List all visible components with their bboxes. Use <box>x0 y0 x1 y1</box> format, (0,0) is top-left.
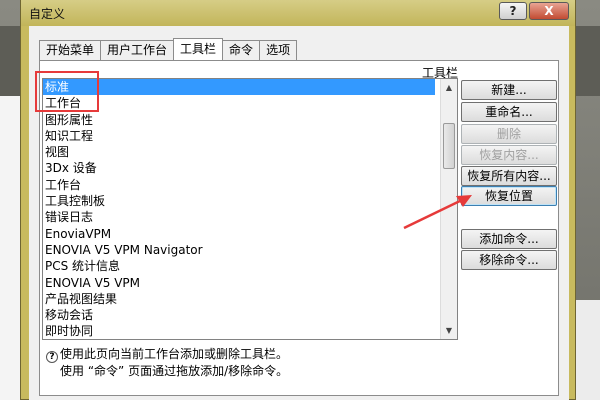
list-item[interactable]: 工具控制板 <box>43 193 435 209</box>
info-line-2: 使用 “命令” 页面通过拖放添加/移除命令。 <box>60 364 289 378</box>
list-item[interactable]: 知识工程 <box>43 128 435 144</box>
title-bar[interactable]: 自定义 ? X <box>21 0 575 26</box>
remove-command-button[interactable]: 移除命令... <box>461 250 557 270</box>
list-item[interactable]: 工作台 <box>43 95 435 111</box>
new-toolbar-button[interactable]: 新建... <box>461 80 557 100</box>
list-item[interactable]: ENOVIA V5 VPM <box>43 275 435 291</box>
add-command-button[interactable]: 添加命令... <box>461 229 557 249</box>
tab-toolbars[interactable]: 工具栏 <box>173 38 224 60</box>
listbox-scrollbar[interactable]: ▲ ▼ <box>440 79 457 339</box>
list-item[interactable]: ENOVIA V5 VPM Navigator <box>43 242 435 258</box>
delete-toolbar-button[interactable]: 删除 <box>461 124 557 144</box>
list-item[interactable]: 工作台 <box>43 177 435 193</box>
window-title: 自定义 <box>29 7 66 21</box>
list-item[interactable]: 移动会话 <box>43 307 435 323</box>
tab-options[interactable]: 选项 <box>259 40 298 60</box>
restore-position-button[interactable]: 恢复位置 <box>461 186 557 206</box>
title-buttons: ? X <box>499 2 569 20</box>
chevron-down-icon[interactable]: ▼ <box>441 322 457 339</box>
tab-start-menu[interactable]: 开始菜单 <box>39 40 102 60</box>
tab-user-workbench[interactable]: 用户工作台 <box>100 40 175 60</box>
list-item[interactable]: EnoviaVPM <box>43 226 435 242</box>
background-left-panel <box>0 96 20 400</box>
list-item[interactable]: 即时协同 <box>43 323 435 339</box>
tab-commands[interactable]: 命令 <box>222 40 261 60</box>
list-item[interactable]: 产品视图结果 <box>43 291 435 307</box>
restore-all-content-button[interactable]: 恢复所有内容... <box>461 166 557 186</box>
restore-content-button[interactable]: 恢复内容... <box>461 145 557 165</box>
list-item[interactable]: 标准 <box>43 79 435 96</box>
list-item[interactable]: 错误日志 <box>43 209 435 225</box>
list-item[interactable]: 视图 <box>43 144 435 160</box>
scrollbar-thumb[interactable] <box>443 123 455 169</box>
tab-strip: 开始菜单 用户工作台 工具栏 命令 选项 <box>39 38 298 60</box>
rename-toolbar-button[interactable]: 重命名... <box>461 102 557 122</box>
close-button[interactable]: X <box>529 2 569 20</box>
toolbar-listbox[interactable]: 标准 工作台 图形属性 知识工程 视图 3Dx 设备 工作台 工具控制板 错误日志 EnoviaV… <box>42 78 458 340</box>
info-text: ? 使用此页向当前工作台添加或删除工具栏。 使用 “命令” 页面通过拖放添加/移除… <box>46 346 466 379</box>
info-line-1: ? 使用此页向当前工作台添加或删除工具栏。 <box>46 346 466 363</box>
list-item[interactable]: 3Dx 设备 <box>43 160 435 176</box>
list-item[interactable]: PCS 统计信息 <box>43 258 435 274</box>
info-line-1-text: 使用此页向当前工作台添加或删除工具栏。 <box>60 347 289 361</box>
help-button[interactable]: ? <box>499 2 527 20</box>
list-item[interactable]: 图形属性 <box>43 112 435 128</box>
toolbar-list: 标准 工作台 图形属性 知识工程 视图 3Dx 设备 工作台 工具控制板 错误日志 EnoviaV… <box>43 79 435 339</box>
info-icon: ? <box>46 351 58 363</box>
chevron-up-icon[interactable]: ▲ <box>441 79 457 96</box>
